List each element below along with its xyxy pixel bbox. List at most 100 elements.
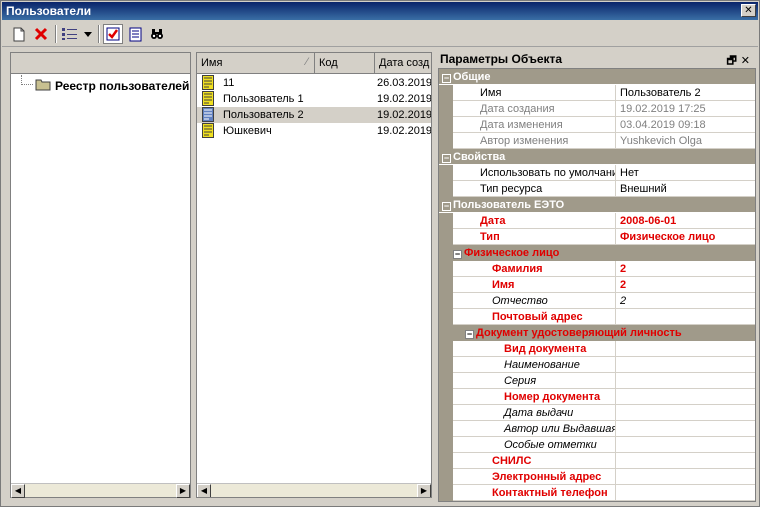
property-row[interactable]: Тип Физическое лицо [439,229,755,245]
collapse-icon[interactable]: − [453,250,462,259]
property-row[interactable]: Дата создания 19.02.2019 17:25 [439,101,755,117]
property-value[interactable]: 2 [617,277,755,293]
column-header-date[interactable]: Дата созд [375,53,431,74]
property-key: Использовать по умолчанию [453,165,616,181]
property-value[interactable]: 2 [617,261,755,277]
dropdown-arrow-icon[interactable] [82,24,94,44]
collapse-icon[interactable]: − [442,202,451,211]
collapse-icon[interactable]: − [465,330,474,339]
property-value[interactable] [617,357,755,373]
subcategory-label: Физическое лицо [464,247,560,259]
scroll-left-arrow-icon[interactable]: ◀ [11,484,25,498]
column-header-name[interactable]: Имя ⁄ [197,53,315,74]
property-value[interactable] [617,453,755,469]
window-title: Пользователи [6,4,92,18]
property-row[interactable]: Наименование [439,357,755,373]
property-value[interactable] [617,389,755,405]
list-hscrollbar[interactable]: ◀ ▶ [197,483,431,497]
property-grid: − Общие Имя Пользователь 2 Дата создания 19.0… [438,68,756,502]
property-key: Фамилия [453,261,616,277]
property-row[interactable]: Имя Пользователь 2 [439,85,755,101]
property-key: Имя [453,277,616,293]
property-key: Отчество [453,293,616,309]
list-row[interactable]: Пользователь 1 19.02.2019 [197,91,431,107]
row-gutter [439,421,453,437]
float-panel-icon[interactable]: 🗗 [726,55,740,67]
property-row[interactable]: Дата 2008-06-01 [439,213,755,229]
property-row[interactable]: СНИЛС [439,453,755,469]
property-value[interactable] [617,341,755,357]
collapse-icon[interactable]: − [442,154,451,163]
tree-header [11,53,190,74]
property-row[interactable]: Отчество 2 [439,293,755,309]
window-titlebar: Пользователи ✕ [2,2,758,20]
property-value[interactable]: Пользователь 2 [617,85,755,101]
scroll-right-arrow-icon[interactable]: ▶ [176,484,190,498]
tree-node-registry[interactable]: Реестр пользователей [35,77,189,95]
property-value[interactable] [617,469,755,485]
property-value[interactable]: Внешний [617,181,755,197]
collapse-icon[interactable]: − [442,74,451,83]
row-gutter [439,453,453,469]
new-document-icon[interactable] [10,24,28,44]
delete-icon[interactable] [32,24,50,44]
property-row[interactable]: Контактный телефон [439,485,755,501]
column-header-code[interactable]: Код [315,53,375,74]
property-value[interactable]: Yushkevich Olga [617,133,755,149]
property-row[interactable]: Тип ресурса Внешний [439,181,755,197]
window-close-button[interactable]: ✕ [741,4,756,17]
property-row[interactable]: Автор или Выдавшая ... [439,421,755,437]
property-value[interactable]: Нет [617,165,755,181]
property-subcategory[interactable]: − Физическое лицо [439,245,755,261]
list-row-selected[interactable]: Пользователь 2 19.02.2019 [197,107,432,123]
scroll-right-arrow-icon[interactable]: ▶ [417,484,431,497]
panel-close-icon[interactable]: ✕ [741,55,754,67]
list-cell-name: Юшкевич [223,125,272,137]
property-row[interactable]: Вид документа [439,341,755,357]
property-row[interactable]: Номер документа [439,389,755,405]
property-value[interactable]: 19.02.2019 17:25 [617,101,755,117]
row-gutter [439,101,453,117]
property-value[interactable]: Физическое лицо [617,229,755,245]
check-icon[interactable] [103,24,123,44]
property-key: Дата создания [453,101,616,117]
row-gutter [439,117,453,133]
property-value[interactable] [617,373,755,389]
property-category[interactable]: − Общие [439,69,755,85]
property-row[interactable]: Дата выдачи [439,405,755,421]
property-row[interactable]: Использовать по умолчанию Нет [439,165,755,181]
list-cell-date: 26.03.2019 [377,77,432,89]
property-value[interactable] [617,405,755,421]
property-row[interactable]: Автор изменения Yushkevich Olga [439,133,755,149]
list-cell-date: 19.02.2019 [377,109,432,121]
property-row[interactable]: Фамилия 2 [439,261,755,277]
scroll-left-arrow-icon[interactable]: ◀ [197,484,211,497]
property-value[interactable] [617,421,755,437]
property-row[interactable]: Дата изменения 03.04.2019 09:18 [439,117,755,133]
properties-panel-header: Параметры Объекта 🗗✕ [438,50,756,68]
list-row[interactable]: Юшкевич 19.02.2019 [197,123,431,139]
property-value[interactable] [617,437,755,453]
row-gutter [439,229,453,245]
property-category[interactable]: − Свойства [439,149,755,165]
tree-hscrollbar[interactable]: ◀ ▶ [11,483,190,498]
search-binoculars-icon[interactable] [148,24,166,44]
property-value[interactable]: 2008-06-01 [617,213,755,229]
property-row[interactable]: Почтовый адрес [439,309,755,325]
property-value[interactable]: 03.04.2019 09:18 [617,117,755,133]
property-row[interactable]: Имя 2 [439,277,755,293]
list-row[interactable]: 11 26.03.2019 [197,75,432,91]
property-subcategory[interactable]: − Документ удостоверяющий личность [439,325,755,341]
view-list-icon[interactable] [60,24,80,44]
user-card-icon [202,123,214,138]
property-row[interactable]: Серия [439,373,755,389]
property-category[interactable]: − Пользователь ЕЭТО [439,197,755,213]
property-value[interactable]: 2 [617,293,755,309]
toolbar [2,21,758,47]
property-row[interactable]: Особые отметки [439,437,755,453]
property-row[interactable]: Электронный адрес [439,469,755,485]
properties-icon[interactable] [126,24,144,44]
property-value[interactable] [617,485,755,501]
row-gutter [439,181,453,197]
property-value[interactable] [617,309,755,325]
